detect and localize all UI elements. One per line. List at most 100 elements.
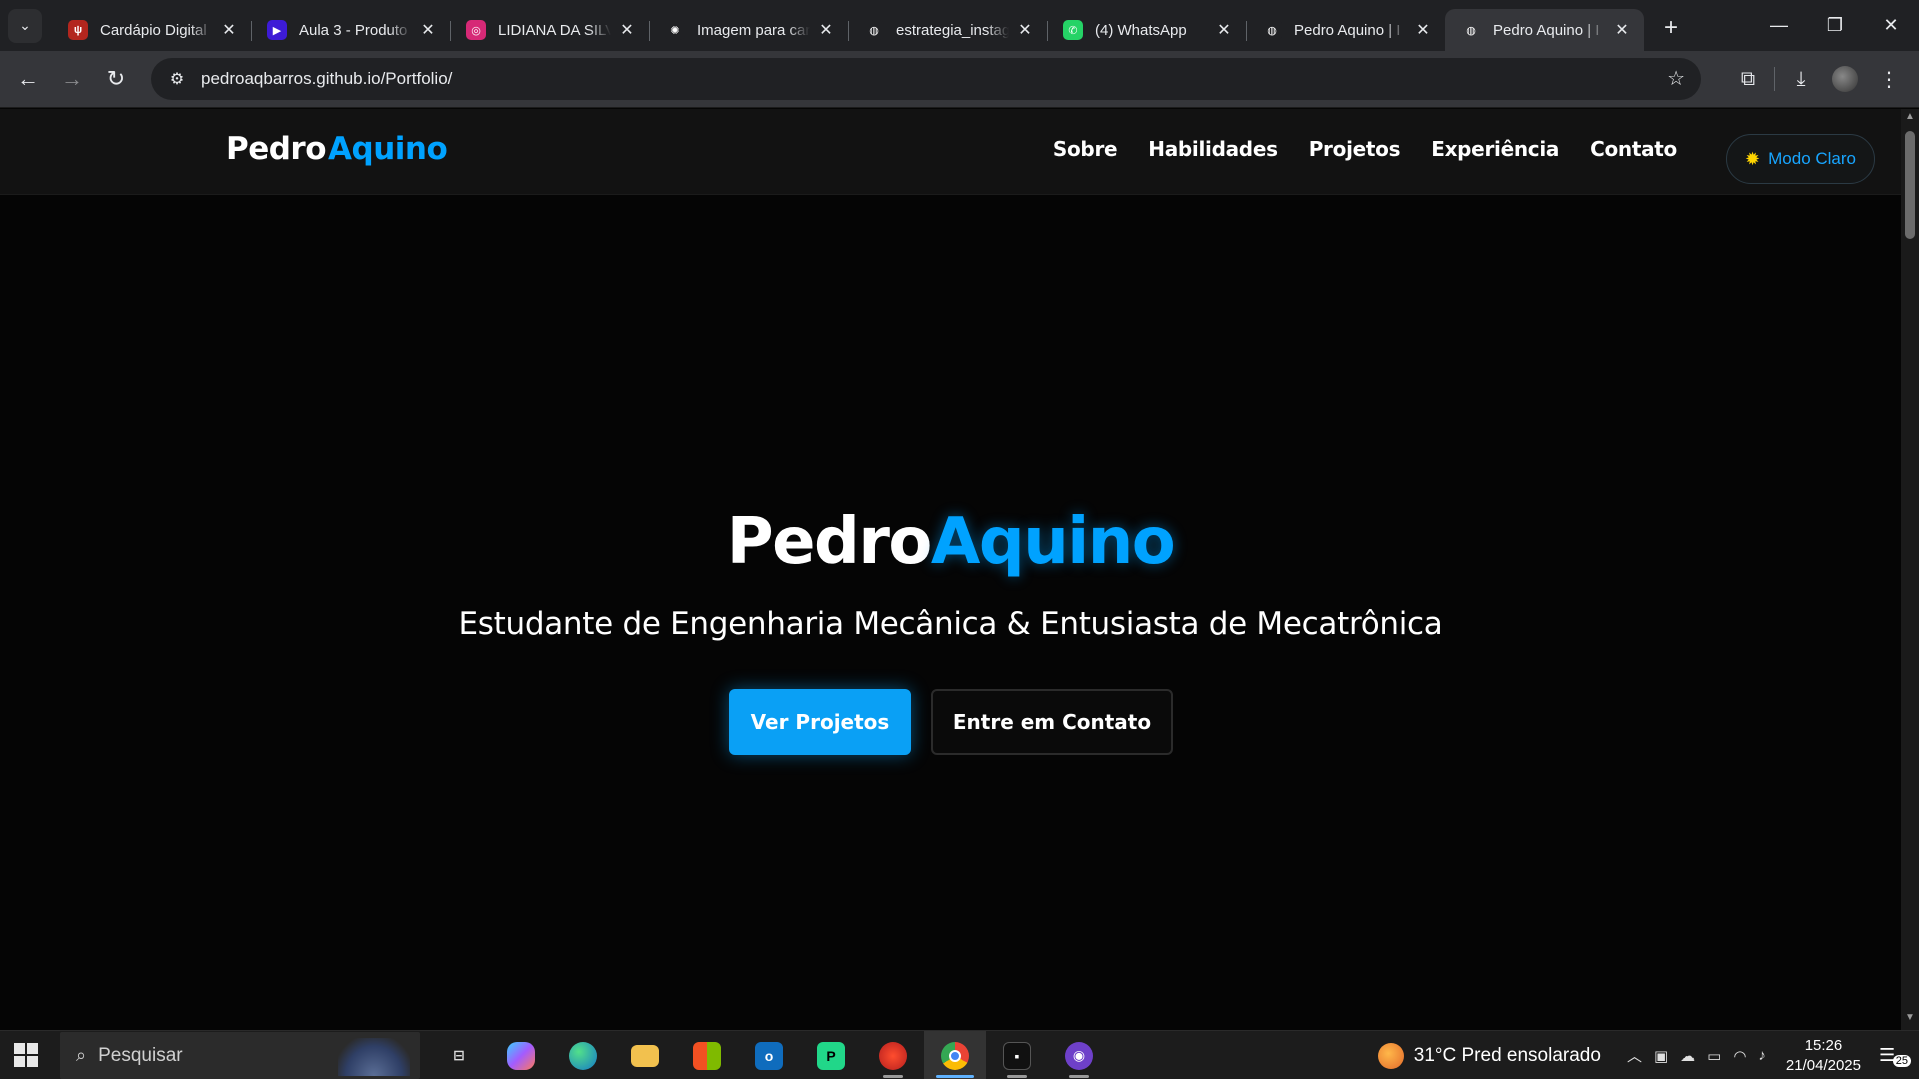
windows-taskbar: ⌕ Pesquisar ⊟ o P ▪ ◉ 31°C Pred ensolara… (0, 1030, 1919, 1079)
view-projects-button[interactable]: Ver Projetos (729, 689, 911, 755)
nav-link-contato[interactable]: Contato (1590, 137, 1677, 161)
terminal-app-icon[interactable]: ▪ (986, 1031, 1048, 1079)
forward-button[interactable]: → (50, 57, 94, 101)
browser-tab[interactable]: ◎ LIDIANA DA SILV ✕ (450, 9, 649, 51)
download-icon[interactable]: ⤓ (1779, 57, 1823, 101)
tab-title: Aula 3 - Produto (299, 21, 408, 39)
extensions-icon[interactable]: ⧉ (1726, 57, 1770, 101)
onedrive-icon[interactable]: ☁ (1680, 1047, 1695, 1065)
tab-search-button[interactable]: ⌄ (8, 8, 42, 43)
browser-toolbar: ← → ↻ ⚙ pedroaqbarros.github.io/Portfoli… (0, 51, 1919, 108)
browser-tab[interactable]: ✺ Imagem para car ✕ (649, 9, 848, 51)
contact-button[interactable]: Entre em Contato (931, 689, 1173, 755)
restore-button[interactable]: ❐ (1807, 0, 1863, 51)
paint-app-icon[interactable] (862, 1031, 924, 1079)
tab-title: Pedro Aquino | I (1493, 21, 1600, 39)
close-tab-icon[interactable]: ✕ (1612, 20, 1632, 40)
browser-tab[interactable]: ◍ estrategia_instag ✕ (848, 9, 1047, 51)
browser-tab[interactable]: ✆ (4) WhatsApp ✕ (1047, 9, 1246, 51)
site-nav: Sobre Habilidades Projetos Experiência C… (1022, 137, 1677, 161)
scroll-up-arrow[interactable]: ▲ (1901, 111, 1919, 127)
globe-icon: ◍ (1461, 20, 1481, 40)
address-bar[interactable]: ⚙ pedroaqbarros.github.io/Portfolio/ ☆ (151, 58, 1701, 100)
site-header: PedroAquino Sobre Habilidades Projetos E… (0, 109, 1901, 195)
tab-title: Cardápio Digital (100, 21, 207, 39)
menu-kebab-icon[interactable]: ⋮ (1867, 57, 1911, 101)
hero-title: PedroAquino (726, 505, 1176, 579)
video-icon: ▶ (267, 20, 287, 40)
search-highlight-image (338, 1038, 410, 1076)
meet-icon[interactable]: ▣ (1654, 1047, 1668, 1065)
copilot-icon[interactable] (490, 1031, 552, 1079)
nav-link-sobre[interactable]: Sobre (1053, 137, 1118, 161)
close-window-button[interactable]: ✕ (1863, 0, 1919, 51)
close-tab-icon[interactable]: ✕ (219, 20, 239, 40)
url-text[interactable]: pedroaqbarros.github.io/Portfolio/ (201, 69, 452, 89)
minimize-button[interactable]: — (1751, 0, 1807, 51)
nav-link-habilidades[interactable]: Habilidades (1148, 137, 1278, 161)
task-view-icon[interactable]: ⊟ (428, 1031, 490, 1079)
microsoft-store-icon[interactable] (676, 1031, 738, 1079)
notification-icon[interactable]: ☰ 25 (1879, 1045, 1911, 1067)
browser-tab[interactable]: ψ Cardápio Digital ✕ (52, 9, 251, 51)
whatsapp-icon: ✆ (1063, 20, 1083, 40)
search-icon: ⌕ (76, 1045, 87, 1065)
chevron-down-icon: ⌄ (19, 17, 31, 33)
theme-toggle-button[interactable]: ✹ Modo Claro (1726, 134, 1875, 184)
battery-icon[interactable]: ▭ (1707, 1047, 1721, 1065)
profile-avatar[interactable] (1823, 57, 1867, 101)
chrome-icon[interactable] (924, 1031, 986, 1079)
menu-icon: ψ (68, 20, 88, 40)
browser-tab[interactable]: ▶ Aula 3 - Produto ✕ (251, 9, 450, 51)
close-tab-icon[interactable]: ✕ (1413, 20, 1433, 40)
search-placeholder: Pesquisar (98, 1044, 183, 1066)
nav-link-experiencia[interactable]: Experiência (1431, 137, 1559, 161)
reload-icon: ↻ (106, 66, 126, 91)
windows-start-icon[interactable] (14, 1043, 38, 1067)
tab-title: LIDIANA DA SILV (498, 21, 611, 39)
taskbar-search-input[interactable]: ⌕ Pesquisar (60, 1032, 420, 1079)
scroll-thumb[interactable] (1905, 131, 1915, 239)
reload-button[interactable]: ↻ (94, 57, 138, 101)
hero-subtitle: Estudante de Engenharia Mecânica & Entus… (458, 606, 1443, 642)
taskbar-clock[interactable]: 15:26 21/04/2025 (1786, 1036, 1861, 1076)
arrow-right-icon: → (61, 66, 83, 91)
tab-title: Imagem para car (697, 21, 810, 39)
close-tab-icon[interactable]: ✕ (1015, 20, 1035, 40)
close-tab-icon[interactable]: ✕ (418, 20, 438, 40)
browser-tab[interactable]: ◍ Pedro Aquino | I ✕ (1445, 9, 1644, 51)
tab-title: estrategia_instag (896, 21, 1009, 39)
globe-icon: ◍ (864, 20, 884, 40)
bookmark-star-icon[interactable]: ☆ (1667, 66, 1685, 91)
sun-icon: ✹ (1745, 148, 1761, 169)
tab-title: (4) WhatsApp (1095, 21, 1187, 39)
nav-link-projetos[interactable]: Projetos (1309, 137, 1401, 161)
pycharm-icon[interactable]: P (800, 1031, 862, 1079)
globe-icon: ◍ (1262, 20, 1282, 40)
openai-icon: ✺ (665, 20, 685, 40)
github-desktop-icon[interactable]: ◉ (1048, 1031, 1110, 1079)
close-tab-icon[interactable]: ✕ (617, 20, 637, 40)
outlook-icon[interactable]: o (738, 1031, 800, 1079)
site-info-icon[interactable]: ⚙ (157, 69, 197, 89)
volume-icon[interactable]: ♪ (1758, 1047, 1766, 1064)
site-logo[interactable]: PedroAquino (226, 131, 448, 167)
new-tab-button[interactable]: + (1664, 14, 1678, 42)
chevron-up-icon[interactable]: ︿ (1627, 1045, 1642, 1066)
arrow-left-icon: ← (17, 66, 39, 91)
web-page: PedroAquino Sobre Habilidades Projetos E… (0, 109, 1901, 1030)
close-tab-icon[interactable]: ✕ (1214, 20, 1234, 40)
close-tab-icon[interactable]: ✕ (816, 20, 836, 40)
tab-title: Pedro Aquino | I (1294, 21, 1401, 39)
browser-tab-strip: ⌄ ψ Cardápio Digital ✕ ▶ Aula 3 - Produto ✕ ◎ L… (0, 0, 1919, 51)
scroll-down-arrow[interactable]: ▼ (1901, 1012, 1919, 1028)
weather-icon (1377, 1042, 1404, 1069)
back-button[interactable]: ← (6, 57, 50, 101)
browser-tab[interactable]: ◍ Pedro Aquino | I ✕ (1246, 9, 1445, 51)
page-scrollbar[interactable]: ▲ ▼ (1901, 109, 1919, 1030)
wifi-icon[interactable]: ◠ (1733, 1047, 1746, 1065)
weather-widget[interactable]: 31°C Pred ensolarado (1377, 1042, 1601, 1069)
instagram-icon: ◎ (466, 20, 486, 40)
edge-icon[interactable] (552, 1031, 614, 1079)
file-explorer-icon[interactable] (614, 1031, 676, 1079)
